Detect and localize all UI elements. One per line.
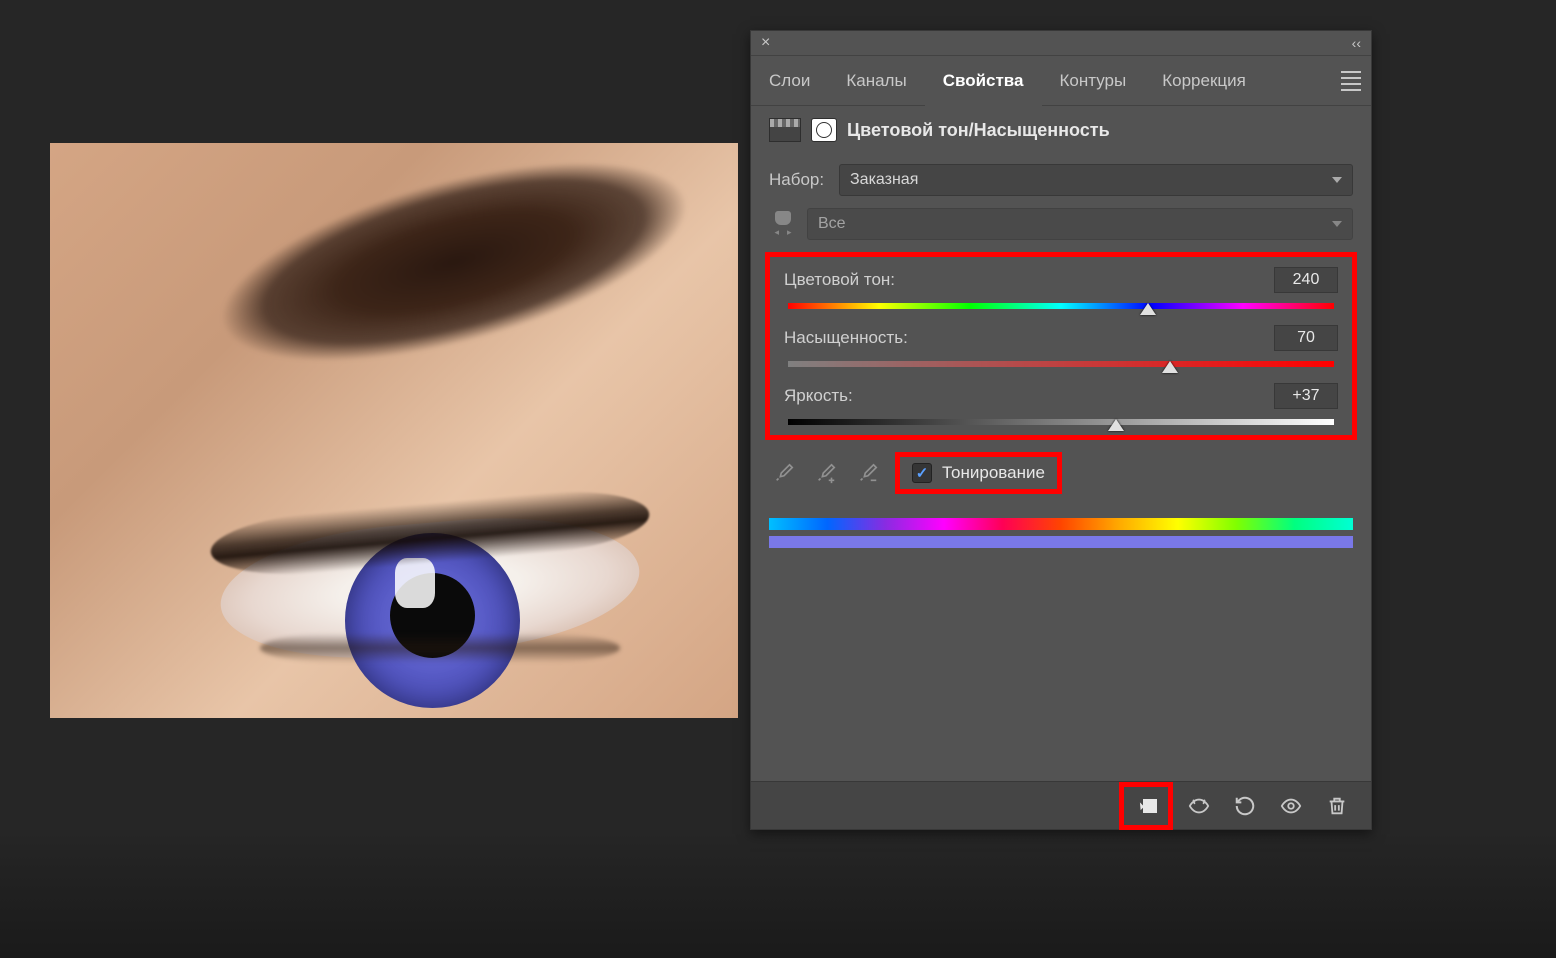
canvas-preview[interactable] xyxy=(50,143,738,718)
panel-menu-icon[interactable] xyxy=(1331,56,1371,106)
properties-panel: × ‹‹ Слои Каналы Свойства Контуры Коррек… xyxy=(750,30,1372,830)
lightness-label: Яркость: xyxy=(784,386,853,406)
panel-tabs: Слои Каналы Свойства Контуры Коррекция xyxy=(751,56,1371,106)
sliders-highlight: Цветовой тон: 240 Насыщенность: 70 xyxy=(765,252,1357,440)
output-spectrum xyxy=(769,536,1353,548)
hue-slider-group: Цветовой тон: 240 xyxy=(784,267,1338,311)
tab-adjustments[interactable]: Коррекция xyxy=(1144,56,1264,106)
hue-slider[interactable] xyxy=(788,299,1334,311)
hue-value[interactable]: 240 xyxy=(1274,267,1338,293)
tab-channels[interactable]: Каналы xyxy=(828,56,924,106)
spectrum-preview xyxy=(769,518,1353,548)
colorize-checkbox[interactable]: ✓ xyxy=(912,463,932,483)
tab-properties[interactable]: Свойства xyxy=(925,56,1042,106)
color-range-value: Все xyxy=(818,215,846,233)
close-icon[interactable]: × xyxy=(761,34,770,52)
delete-icon[interactable] xyxy=(1317,789,1357,823)
panel-footer xyxy=(751,781,1371,829)
reset-icon[interactable] xyxy=(1225,789,1265,823)
eyedropper-icon[interactable] xyxy=(769,458,799,488)
clip-to-layer-highlight xyxy=(1119,782,1173,830)
saturation-value[interactable]: 70 xyxy=(1274,325,1338,351)
saturation-slider[interactable] xyxy=(788,357,1334,369)
clip-to-layer-button[interactable] xyxy=(1126,789,1166,823)
lightness-slider[interactable] xyxy=(788,415,1334,427)
preset-dropdown[interactable]: Заказная xyxy=(839,164,1353,196)
eyedropper-add-icon[interactable] xyxy=(811,458,841,488)
preset-label: Набор: xyxy=(769,170,829,190)
input-spectrum xyxy=(769,518,1353,530)
colorize-label: Тонирование xyxy=(942,463,1045,483)
hue-sat-icon[interactable] xyxy=(769,118,801,142)
saturation-label: Насыщенность: xyxy=(784,328,908,348)
lightness-slider-group: Яркость: +37 xyxy=(784,383,1338,427)
chevron-down-icon xyxy=(1332,221,1342,227)
hue-label: Цветовой тон: xyxy=(784,270,895,290)
hue-handle[interactable] xyxy=(1140,303,1156,315)
tab-layers[interactable]: Слои xyxy=(751,56,828,106)
color-range-dropdown[interactable]: Все xyxy=(807,208,1353,240)
saturation-slider-group: Насыщенность: 70 xyxy=(784,325,1338,369)
colorize-highlight: ✓ Тонирование xyxy=(895,452,1062,494)
view-previous-icon[interactable] xyxy=(1179,789,1219,823)
lightness-handle[interactable] xyxy=(1108,419,1124,431)
chevron-down-icon xyxy=(1332,177,1342,183)
visibility-icon[interactable] xyxy=(1271,789,1311,823)
targeted-adjust-icon[interactable]: ◂▸ xyxy=(769,211,797,238)
eyedropper-subtract-icon[interactable] xyxy=(853,458,883,488)
illustration-eye xyxy=(180,473,680,673)
tab-paths[interactable]: Контуры xyxy=(1042,56,1145,106)
collapse-icon[interactable]: ‹‹ xyxy=(1352,35,1361,51)
adjustment-title: Цветовой тон/Насыщенность xyxy=(847,120,1110,141)
lightness-value[interactable]: +37 xyxy=(1274,383,1338,409)
preset-value: Заказная xyxy=(850,171,918,189)
illustration-eyebrow xyxy=(171,143,738,459)
saturation-handle[interactable] xyxy=(1162,361,1178,373)
layer-mask-icon[interactable] xyxy=(811,118,837,142)
